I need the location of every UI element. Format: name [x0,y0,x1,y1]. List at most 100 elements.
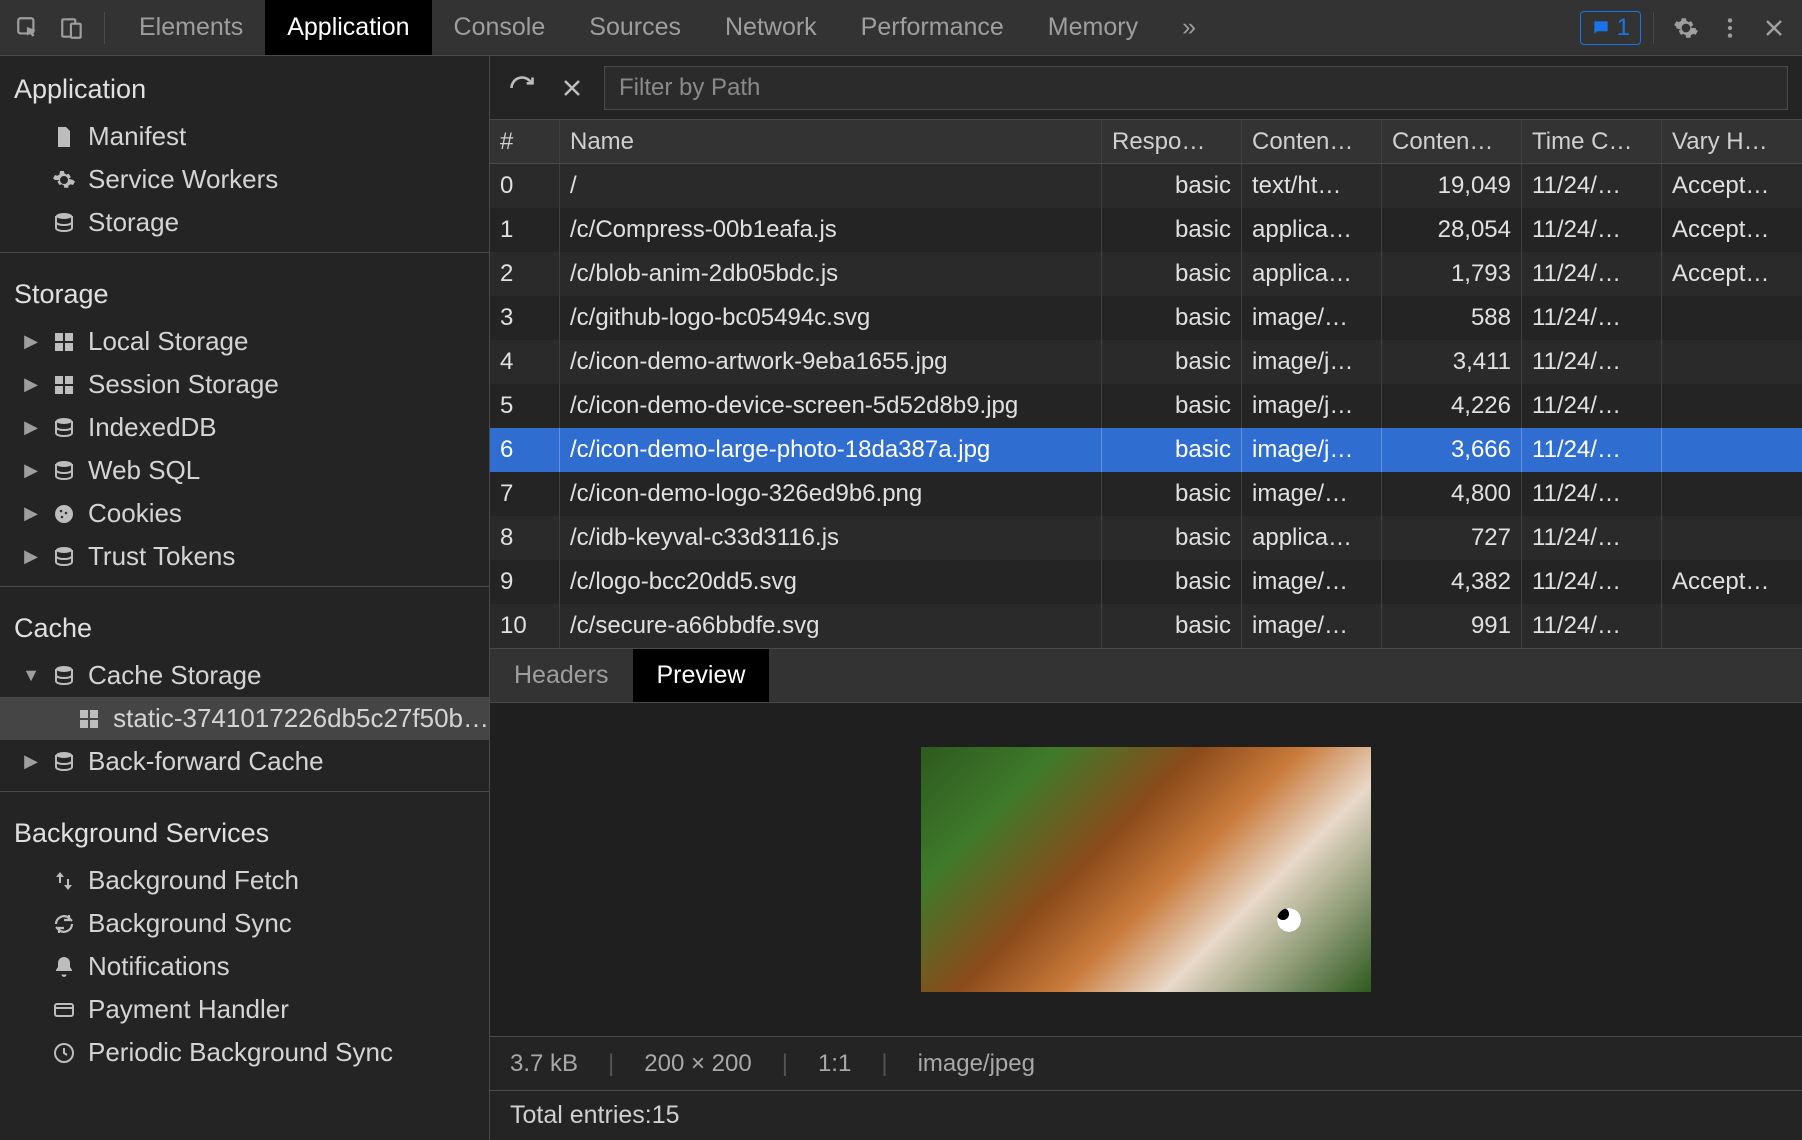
sidebar-item[interactable]: Periodic Background Sync [0,1031,489,1074]
table-header[interactable]: # Name Respo… Conten… Conten… Time C… Va… [490,120,1802,164]
col-ctype[interactable]: Conten… [1242,120,1382,163]
sidebar-item[interactable]: ▶Cookies [0,492,489,535]
cell-response: basic [1102,208,1242,252]
cell-index: 2 [490,252,560,296]
preview-area [490,703,1802,1036]
table-row[interactable]: 9/c/logo-bcc20dd5.svgbasicimage/…4,38211… [490,560,1802,604]
table-row[interactable]: 4/c/icon-demo-artwork-9eba1655.jpgbasici… [490,340,1802,384]
cell-clen: 19,049 [1382,164,1522,208]
sidebar-item[interactable]: ▶Local Storage [0,320,489,363]
sidebar-item-label: IndexedDB [88,412,217,443]
filter-input[interactable] [604,66,1788,110]
file-icon [50,123,78,151]
issues-badge[interactable]: 1 [1580,11,1641,45]
sidebar-item-label: Notifications [88,951,230,982]
cell-index: 9 [490,560,560,604]
table-row[interactable]: 10/c/secure-a66bbdfe.svgbasicimage/…9911… [490,604,1802,648]
sidebar-item[interactable]: ▶IndexedDB [0,406,489,449]
sidebar-item[interactable]: Storage [0,201,489,244]
table-row[interactable]: 7/c/icon-demo-logo-326ed9b6.pngbasicimag… [490,472,1802,516]
tab-more[interactable]: » [1160,0,1218,55]
table-row[interactable]: 2/c/blob-anim-2db05bdc.jsbasicapplica…1,… [490,252,1802,296]
col-response[interactable]: Respo… [1102,120,1242,163]
bell-icon [50,953,78,981]
detail-tabs: Headers Preview [490,649,1802,703]
sidebar-item[interactable]: static-3741017226db5c27f50b… [0,697,489,740]
tab-memory[interactable]: Memory [1026,0,1160,55]
total-entries-value: 15 [652,1101,680,1130]
col-name[interactable]: Name [560,120,1102,163]
table-row[interactable]: 5/c/icon-demo-device-screen-5d52d8b9.jpg… [490,384,1802,428]
cell-ctype: applica… [1242,516,1382,560]
subtab-preview[interactable]: Preview [633,649,770,702]
col-vary[interactable]: Vary H… [1662,120,1802,163]
sidebar-item-label: Back-forward Cache [88,746,324,777]
clear-icon[interactable] [554,70,590,106]
cell-name: /c/icon-demo-device-screen-5d52d8b9.jpg [560,384,1102,428]
table-row[interactable]: 1/c/Compress-00b1eafa.jsbasicapplica…28,… [490,208,1802,252]
kebab-menu-icon[interactable] [1710,8,1750,48]
sidebar-item[interactable]: Manifest [0,115,489,158]
cell-response: basic [1102,164,1242,208]
sidebar-item[interactable]: ▶Trust Tokens [0,535,489,578]
sidebar-item-label: Service Workers [88,164,278,195]
devtools-topbar: Elements Application Console Sources Net… [0,0,1802,56]
cell-response: basic [1102,340,1242,384]
preview-image [921,747,1371,992]
section-storage: Storage [0,261,489,320]
tab-performance[interactable]: Performance [839,0,1026,55]
application-sidebar[interactable]: Application ManifestService WorkersStora… [0,56,490,1140]
tab-application[interactable]: Application [265,0,431,55]
cell-clen: 3,666 [1382,428,1522,472]
cell-time: 11/24/… [1522,340,1662,384]
sidebar-item-label: Cache Storage [88,660,261,691]
sidebar-item[interactable]: ▶Web SQL [0,449,489,492]
close-icon[interactable] [1754,8,1794,48]
table-row[interactable]: 8/c/idb-keyval-c33d3116.jsbasicapplica…7… [490,516,1802,560]
tab-console[interactable]: Console [432,0,568,55]
preview-zoom: 1:1 [818,1050,851,1078]
table-row[interactable]: 6/c/icon-demo-large-photo-18da387a.jpgba… [490,428,1802,472]
col-clen[interactable]: Conten… [1382,120,1522,163]
tab-elements[interactable]: Elements [117,0,265,55]
col-index[interactable]: # [490,120,560,163]
sidebar-item[interactable]: ▶Back-forward Cache [0,740,489,783]
cell-vary [1662,340,1802,384]
inspect-icon[interactable] [8,8,48,48]
divider [104,12,105,44]
cache-table: # Name Respo… Conten… Conten… Time C… Va… [490,120,1802,649]
table-row[interactable]: 3/c/github-logo-bc05494c.svgbasicimage/…… [490,296,1802,340]
sidebar-item-label: Local Storage [88,326,248,357]
col-time[interactable]: Time C… [1522,120,1662,163]
database-icon [50,748,78,776]
settings-icon[interactable] [1666,8,1706,48]
gear-icon [50,166,78,194]
sidebar-item-label: Payment Handler [88,994,289,1025]
cell-clen: 991 [1382,604,1522,648]
database-icon [50,662,78,690]
sidebar-item[interactable]: Notifications [0,945,489,988]
cell-time: 11/24/… [1522,516,1662,560]
cell-clen: 28,054 [1382,208,1522,252]
sidebar-item[interactable]: ▼Cache Storage [0,654,489,697]
sidebar-item[interactable]: Payment Handler [0,988,489,1031]
refresh-icon[interactable] [504,70,540,106]
subtab-headers[interactable]: Headers [490,649,633,702]
total-entries-label: Total entries: [510,1101,652,1130]
device-toggle-icon[interactable] [52,8,92,48]
sidebar-item[interactable]: ▶Session Storage [0,363,489,406]
tab-network[interactable]: Network [703,0,839,55]
cell-clen: 4,382 [1382,560,1522,604]
preview-size: 3.7 kB [510,1050,578,1078]
sidebar-item[interactable]: Service Workers [0,158,489,201]
grid-icon [50,328,78,356]
cell-name: /c/icon-demo-large-photo-18da387a.jpg [560,428,1102,472]
arrow-right-icon: ▶ [22,374,40,395]
tab-sources[interactable]: Sources [567,0,703,55]
updown-icon [50,867,78,895]
sidebar-item[interactable]: Background Fetch [0,859,489,902]
cell-time: 11/24/… [1522,604,1662,648]
cell-vary [1662,296,1802,340]
table-row[interactable]: 0/basictext/ht…19,04911/24/…Accept… [490,164,1802,208]
sidebar-item[interactable]: Background Sync [0,902,489,945]
